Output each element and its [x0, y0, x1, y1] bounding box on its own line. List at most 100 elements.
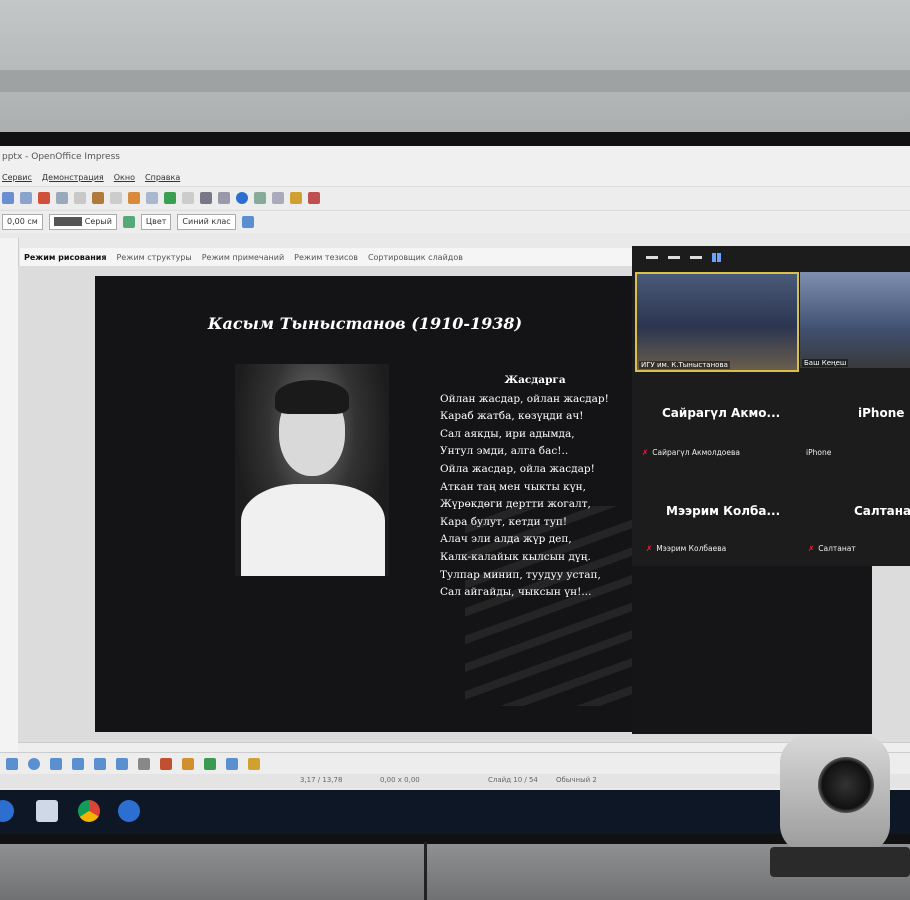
zoom-tool-icon[interactable]	[218, 192, 230, 204]
slideshow-icon[interactable]	[308, 192, 320, 204]
cable	[424, 842, 427, 900]
list-icon[interactable]	[690, 255, 702, 259]
status-position: 3,17 / 13,78	[300, 776, 343, 784]
hyperlink-icon[interactable]	[164, 192, 176, 204]
line-fill-toolbar: 0,00 см Серый Цвет Синий клас	[0, 210, 910, 233]
menu-service[interactable]: Сервис	[2, 173, 32, 182]
zoom-toolbar	[632, 246, 910, 268]
poem-line: Алач эли алда жүр деп,	[440, 533, 572, 546]
copy-icon[interactable]	[56, 192, 68, 204]
tab-notes-view[interactable]: Режим примечаний	[202, 253, 284, 262]
zoom-icon[interactable]	[118, 800, 140, 822]
undo-icon[interactable]	[92, 192, 104, 204]
video-tile-active[interactable]: ИГУ им. К.Тыныстанова	[635, 272, 799, 372]
points-icon[interactable]	[138, 758, 150, 770]
redo-icon[interactable]	[110, 192, 122, 204]
menu-icon[interactable]	[668, 255, 680, 259]
transition-icon[interactable]	[248, 758, 260, 770]
chrome-icon[interactable]	[78, 800, 100, 822]
poem-line: Кара булут, кетди туп!	[440, 515, 568, 528]
standard-toolbar	[0, 186, 910, 209]
slide-canvas[interactable]: Касым Тыныстанов (1910-1938) Жасдарга Ой…	[95, 276, 635, 732]
participant-name: iPhone	[858, 406, 905, 420]
paste-icon[interactable]	[74, 192, 86, 204]
mic-muted-icon: ✗	[808, 544, 815, 553]
menu-bar: Сервис Демонстрация Окно Справка	[0, 168, 910, 186]
area-icon[interactable]	[122, 216, 135, 228]
slide-icon[interactable]	[254, 192, 266, 204]
status-slide: Слайд 10 / 54	[488, 776, 538, 784]
extrusion-icon[interactable]	[204, 758, 216, 770]
tile-label: Баш Кеңеш	[802, 359, 849, 367]
autospell-icon[interactable]	[20, 192, 32, 204]
tab-drawing-view[interactable]: Режим рисования	[24, 253, 106, 262]
menu-slideshow[interactable]: Демонстрация	[42, 173, 104, 182]
tile-label: ИГУ им. К.Тыныстанова	[639, 361, 730, 369]
mic-muted-icon: ✗	[642, 448, 649, 457]
poem-line: Ойла жаcдар, ойла жаcдар!	[440, 462, 595, 475]
gallery-view-icon[interactable]	[712, 252, 721, 262]
poem-line: Калк-калайык кылсын дүң.	[440, 550, 591, 563]
windows-icon[interactable]	[0, 800, 14, 822]
status-size: 0,00 x 0,00	[380, 776, 420, 784]
connector-tool-icon[interactable]	[50, 758, 62, 770]
chart-icon[interactable]	[128, 192, 140, 204]
participant-name: Сайрагүл Акмо...	[662, 406, 781, 420]
slides-panel[interactable]	[0, 238, 19, 758]
layout-icon[interactable]	[272, 192, 284, 204]
tab-outline-view[interactable]: Режим структуры	[116, 253, 191, 262]
video-tile[interactable]: Баш Кеңеш	[800, 272, 910, 368]
portrait-hair	[275, 380, 349, 414]
spellcheck-icon[interactable]	[2, 192, 14, 204]
line-color-swatch	[53, 217, 82, 226]
webcam-lens	[818, 757, 874, 813]
image-icon[interactable]	[182, 758, 194, 770]
navigator-icon[interactable]	[182, 192, 194, 204]
poem-text: Жасдарга Ойлан жаcдар, ойлан жаcдар! Кар…	[440, 372, 630, 602]
effects-icon[interactable]	[226, 758, 238, 770]
participant-name: Салтанат	[854, 504, 910, 518]
participant-label: ✗ Салтанат	[808, 544, 856, 553]
cut-icon[interactable]	[38, 192, 50, 204]
area-color-select[interactable]: Синий клас	[177, 214, 236, 230]
line-color-select[interactable]: Серый	[48, 214, 117, 230]
status-layout: Обычный 2	[556, 776, 597, 784]
fontwork-icon[interactable]	[160, 758, 172, 770]
portrait-photo	[235, 364, 389, 576]
webcam-body	[780, 735, 890, 853]
shadow-icon[interactable]	[241, 216, 254, 228]
window-title: pptx - OpenOffice Impress	[0, 146, 910, 168]
poem-line: Тулпар минип, туудуу устап,	[440, 568, 601, 581]
menu-help[interactable]: Справка	[145, 173, 180, 182]
mic-muted-icon: ✗	[646, 544, 653, 553]
star-tool-icon[interactable]	[116, 758, 128, 770]
callout-tool-icon[interactable]	[94, 758, 106, 770]
participant-label: ✗ Мээрим Колбаева	[646, 544, 727, 553]
slide-title: Касым Тыныстанов (1910-1938)	[207, 314, 523, 333]
ellipse-tool-icon[interactable]	[28, 758, 40, 770]
arrow-tool-icon[interactable]	[6, 758, 18, 770]
portrait-shirt	[241, 484, 385, 576]
help-icon[interactable]	[236, 192, 248, 204]
rectangle-tool-icon[interactable]	[72, 758, 84, 770]
slide-canvas-right	[632, 566, 872, 734]
poem-line: Караб жатба, көзүңди ач!	[440, 410, 584, 423]
poem-line: Аткан таң мен чыкты күн,	[440, 480, 586, 493]
poem-title: Жасдарга	[504, 374, 566, 386]
line-color-label: Серый	[84, 217, 112, 226]
poem-line: Сал аякды, ири адымда,	[440, 427, 575, 440]
poem-line: Жүрөкдөги дертти жогалт,	[440, 498, 591, 511]
participant-label: iPhone	[806, 448, 832, 457]
line-width-field[interactable]: 0,00 см	[2, 214, 43, 230]
area-style-select[interactable]: Цвет	[140, 214, 172, 230]
design-icon[interactable]	[290, 192, 302, 204]
tab-slide-sorter[interactable]: Сортировщик слайдов	[368, 253, 463, 262]
menu-window[interactable]: Окно	[114, 173, 135, 182]
bullet-icon[interactable]	[36, 800, 58, 822]
tab-handout-view[interactable]: Режим тезисов	[294, 253, 358, 262]
draw-icon[interactable]	[200, 192, 212, 204]
zoom-gallery-window[interactable]: ИГУ им. К.Тыныстанова Баш Кеңеш Сайрагүл…	[632, 246, 910, 566]
minimize-icon[interactable]	[646, 255, 658, 259]
poem-line: Сал айгайды, чыксын үн!...	[440, 586, 592, 599]
table-icon[interactable]	[146, 192, 158, 204]
